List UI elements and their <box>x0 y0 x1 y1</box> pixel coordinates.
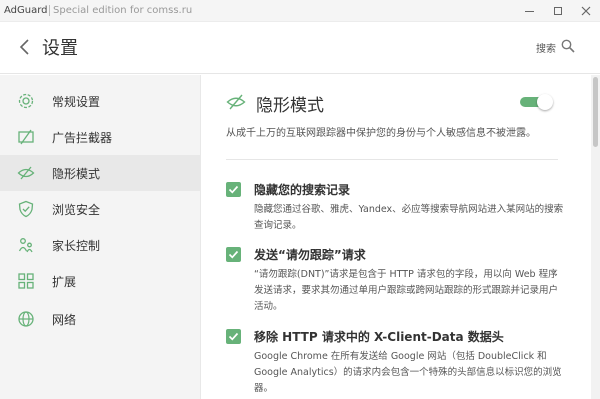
scrollbar-thumb[interactable] <box>593 77 598 147</box>
stealth-mode-panel: 隐形模式 从成千上万的互联网跟踪器中保护您的身份与个人敏感信息不被泄露。 隐藏您… <box>202 75 592 399</box>
sidebar-item-network[interactable]: 网络 <box>0 301 201 337</box>
sidebar-item-label: 扩展 <box>52 275 77 289</box>
option-checkbox[interactable] <box>226 182 241 197</box>
eye-slash-icon <box>226 94 246 110</box>
sidebar-item-extensions[interactable]: 扩展 <box>0 263 201 299</box>
option-checkbox[interactable] <box>226 329 241 344</box>
checkmark-icon <box>228 185 239 194</box>
search-icon[interactable] <box>561 39 575 53</box>
sidebar-item-label: 网络 <box>52 313 77 327</box>
stealth-mode-toggle[interactable] <box>520 94 553 110</box>
option-title: 移除 HTTP 请求中的 X-Client-Data 数据头 <box>254 330 504 344</box>
sidebar-item-browsing-security[interactable]: 浏览安全 <box>0 191 201 227</box>
title-separator <box>49 5 50 16</box>
content-scrollbar[interactable] <box>591 75 600 399</box>
globe-icon <box>18 311 34 327</box>
extensions-icon <box>18 273 34 289</box>
app-title: AdGuard <box>4 5 48 16</box>
minimize-icon <box>524 10 534 12</box>
sidebar-item-stealth-mode[interactable]: 隐形模式 <box>0 155 201 191</box>
option-description: “请勿跟踪(DNT)”请求是包含于 HTTP 请求包的字段，用以向 Web 程序… <box>254 269 559 312</box>
toggle-knob <box>537 94 553 110</box>
search-label[interactable]: 搜索 <box>536 40 556 55</box>
sidebar: 常规设置 广告拦截器 隐形模式 浏览安全 家长控制 扩展 网络 <box>0 75 201 399</box>
page-title: 设置 <box>42 38 78 59</box>
eye-slash-icon <box>17 166 35 180</box>
back-arrow-icon[interactable] <box>18 38 32 56</box>
section-description: 从成千上万的互联网跟踪器中保护您的身份与个人敏感信息不被泄露。 <box>226 128 536 139</box>
option-description: Google Chrome 在所有发送给 Google 网站（包括 Double… <box>254 351 562 394</box>
sidebar-item-parental-control[interactable]: 家长控制 <box>0 227 201 263</box>
option-title: 发送“请勿跟踪”请求 <box>254 248 366 262</box>
maximize-button[interactable] <box>543 0 573 22</box>
checkmark-icon <box>228 332 239 341</box>
title-bar: AdGuard Special edition for comss.ru <box>0 0 600 22</box>
checkmark-icon <box>228 250 239 259</box>
edition-label: Special edition for comss.ru <box>53 5 193 16</box>
sidebar-item-ad-blocker[interactable]: 广告拦截器 <box>0 119 201 155</box>
minimize-button[interactable] <box>514 0 544 22</box>
option-description: 隐藏您通过谷歌、雅虎、Yandex、必应等搜索导航网站进入某网站的搜索查询记录。 <box>254 204 564 231</box>
shield-icon <box>18 200 34 218</box>
option-title: 隐藏您的搜索记录 <box>254 183 351 197</box>
family-icon <box>18 238 33 253</box>
sidebar-item-label: 隐形模式 <box>52 167 101 181</box>
gear-icon <box>18 93 34 109</box>
sidebar-item-label: 浏览安全 <box>52 203 101 217</box>
sidebar-item-general[interactable]: 常规设置 <box>0 83 201 119</box>
page-header: 设置 搜索 <box>0 22 600 74</box>
section-title: 隐形模式 <box>256 96 324 116</box>
close-icon <box>581 6 591 16</box>
sidebar-item-label: 家长控制 <box>52 239 101 253</box>
ad-block-icon <box>18 129 34 145</box>
maximize-icon <box>554 7 562 15</box>
sidebar-item-label: 常规设置 <box>52 95 101 109</box>
divider <box>226 159 558 160</box>
option-checkbox[interactable] <box>226 247 241 262</box>
sidebar-item-label: 广告拦截器 <box>52 131 113 145</box>
close-button[interactable] <box>571 0 600 22</box>
